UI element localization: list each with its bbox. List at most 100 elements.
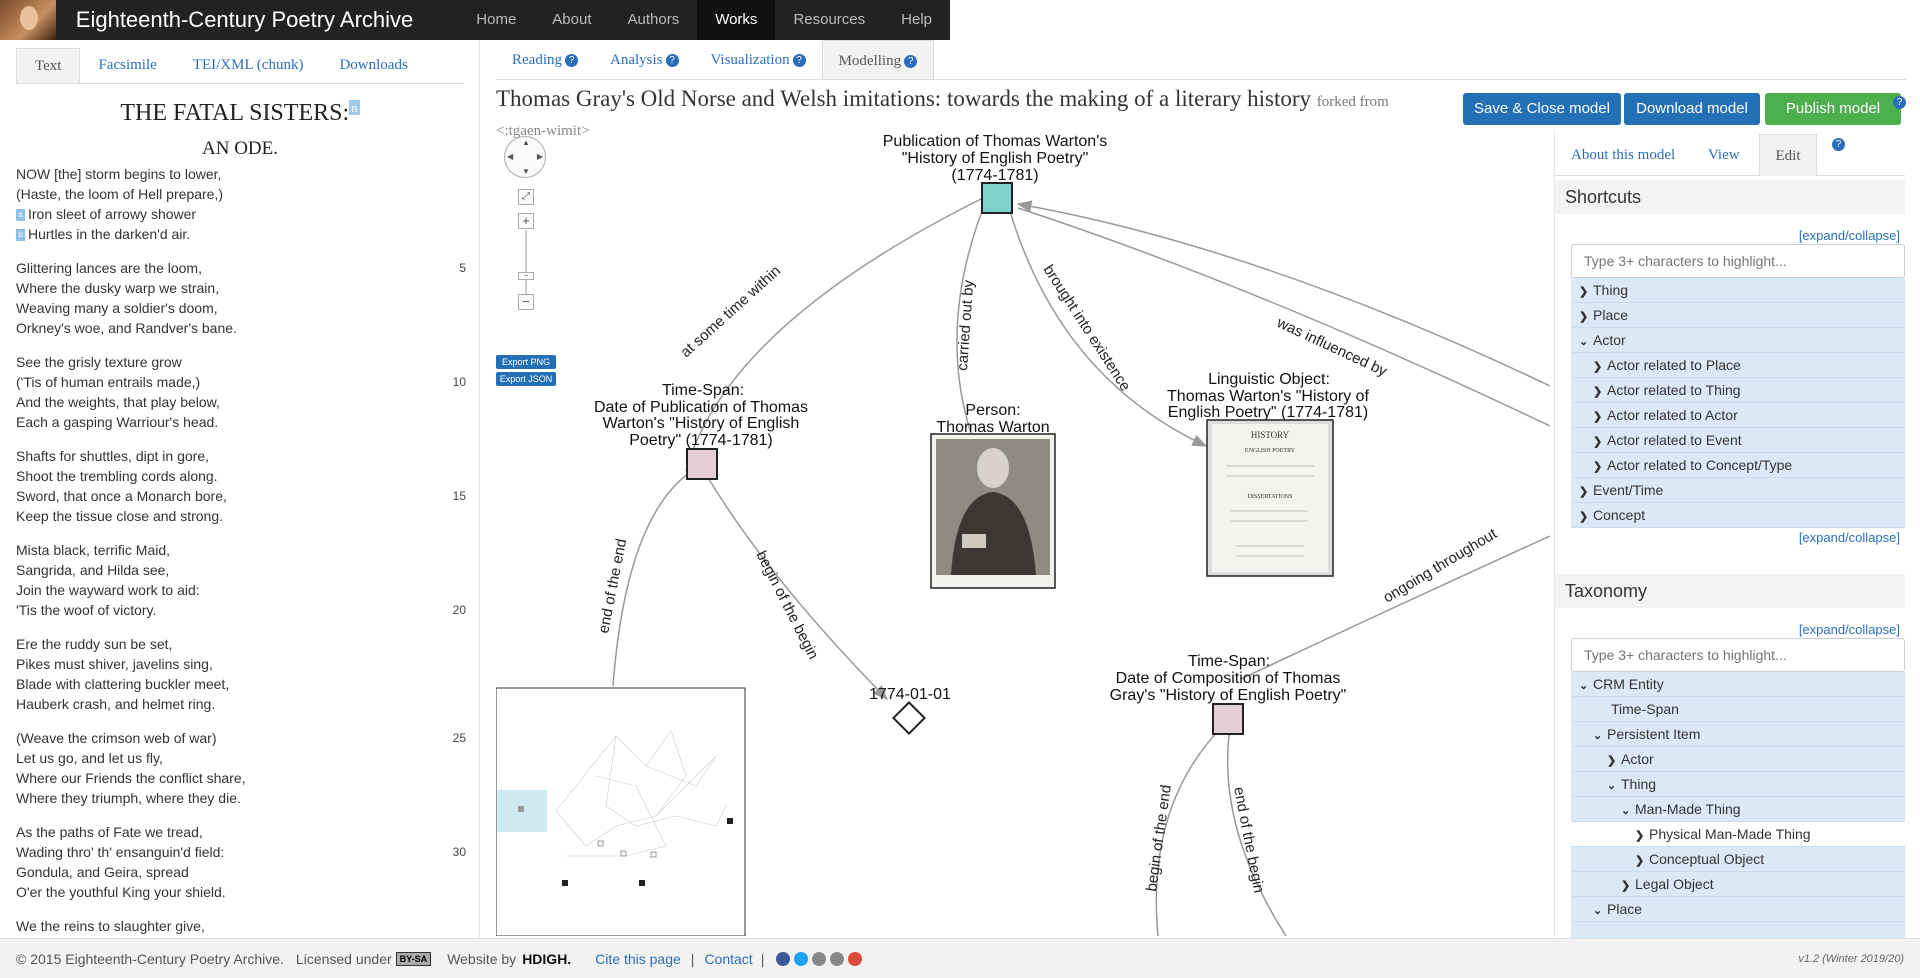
nav-help[interactable]: Help [883, 0, 950, 40]
tree-item[interactable]: ❯ Thing [1571, 278, 1905, 303]
share-icon[interactable] [812, 951, 827, 966]
chevron-right-icon[interactable]: ❯ [1621, 874, 1635, 896]
zoom-slider-handle[interactable]: − [518, 272, 534, 280]
chevron-down-icon[interactable]: ⌄ [1607, 774, 1621, 796]
pan-right-icon[interactable]: ▶ [537, 152, 543, 161]
export-json-button[interactable]: Export JSON [496, 372, 556, 386]
shortcuts-expand-collapse-bottom[interactable]: [expand/collapse] [1799, 530, 1900, 545]
chevron-right-icon[interactable]: ❯ [1593, 355, 1607, 377]
site-title[interactable]: Eighteenth-Century Poetry Archive [76, 7, 459, 33]
tree-item[interactable]: ❯ Event/Time [1571, 478, 1905, 503]
chevron-right-icon[interactable]: ❯ [1579, 280, 1593, 302]
tree-item[interactable]: ❯ Physical Man-Made Thing [1571, 822, 1905, 847]
chevron-right-icon[interactable]: ❯ [1579, 480, 1593, 502]
nav-about[interactable]: About [534, 0, 609, 40]
tab-view[interactable]: View [1708, 134, 1740, 176]
edge-end-of-the-begin[interactable] [1227, 727, 1287, 936]
tree-item[interactable]: ❯ Place [1571, 303, 1905, 328]
graph-svg[interactable]: at some time within carried out by broug… [496, 126, 1550, 936]
pan-up-icon[interactable]: ▲ [522, 138, 530, 147]
twitter-icon[interactable] [794, 951, 809, 966]
tree-item[interactable]: ⌄ Thing [1571, 772, 1905, 797]
node-date-1774-01-01[interactable]: 1774-01-01 [869, 686, 951, 735]
email-icon[interactable] [830, 951, 845, 966]
tree-item[interactable]: ❯ Actor related to Concept/Type [1571, 453, 1905, 478]
pan-left-icon[interactable]: ◀ [507, 152, 513, 161]
tree-item[interactable]: ❯ Legal Object [1571, 872, 1905, 897]
tree-item[interactable]: ❯ Concept [1571, 503, 1905, 528]
chevron-down-icon[interactable]: ⌄ [1593, 724, 1607, 746]
tab-text[interactable]: Text [16, 48, 81, 83]
zoom-slider-track[interactable] [525, 230, 527, 302]
chevron-right-icon[interactable]: ❯ [1635, 824, 1649, 846]
chevron-right-icon[interactable]: ❯ [1593, 430, 1607, 452]
chevron-right-icon[interactable]: ❯ [1579, 305, 1593, 327]
tree-item[interactable]: ❯ Actor related to Event [1571, 428, 1905, 453]
chevron-down-icon[interactable]: ⌄ [1593, 899, 1607, 921]
tree-item[interactable]: ❯ Actor [1571, 747, 1905, 772]
edge-begin-of-the-begin[interactable] [703, 470, 889, 701]
help-icon[interactable]: ? [565, 54, 578, 67]
help-icon[interactable]: ? [792, 54, 806, 67]
node-publication[interactable]: Publication of Thomas Warton's "History … [883, 133, 1108, 214]
note-marker[interactable]: n [349, 100, 360, 115]
node-person-thomas-warton[interactable]: Person: Thomas Warton [930, 402, 1056, 589]
tab-visualization[interactable]: Visualization? [695, 40, 822, 79]
tab-tei-xml[interactable]: TEI/XML (chunk) [175, 48, 322, 83]
chevron-down-icon[interactable]: ⌄ [1579, 330, 1593, 352]
hdigh-logo[interactable]: HDIGH. [522, 951, 571, 967]
chevron-right-icon[interactable]: ❯ [1579, 505, 1593, 527]
tree-item[interactable]: ❯ Actor related to Actor [1571, 403, 1905, 428]
tab-facsimile[interactable]: Facsimile [80, 48, 174, 83]
chevron-right-icon[interactable]: ❯ [1593, 380, 1607, 402]
tab-reading[interactable]: Reading? [496, 40, 594, 79]
zoom-in-button[interactable]: + [518, 213, 534, 229]
cite-link[interactable]: Cite this page [595, 951, 681, 967]
model-graph-canvas[interactable]: at some time within carried out by broug… [496, 126, 1550, 936]
taxonomy-search-input[interactable] [1571, 638, 1905, 672]
publish-model-button[interactable]: Publish model [1765, 93, 1901, 125]
chevron-right-icon[interactable]: ❯ [1635, 849, 1649, 871]
graph-minimap[interactable] [496, 687, 746, 936]
taxonomy-expand-collapse[interactable]: [expand/collapse] [1799, 622, 1900, 637]
chevron-down-icon[interactable]: ⌄ [1621, 799, 1635, 821]
tab-modelling[interactable]: Modelling? [821, 40, 935, 79]
save-close-model-button[interactable]: Save & Close model [1463, 93, 1621, 125]
pan-down-icon[interactable]: ▼ [522, 167, 530, 176]
site-logo[interactable] [0, 0, 56, 40]
chevron-down-icon[interactable]: ⌄ [1579, 674, 1593, 696]
google-plus-icon[interactable] [848, 951, 863, 966]
tree-item[interactable]: ❯ Actor related to Place [1571, 353, 1905, 378]
shortcuts-search-input[interactable] [1571, 244, 1905, 278]
download-model-button[interactable]: Download model [1624, 93, 1760, 125]
pan-control[interactable]: ▲ ▼ ◀ ▶ [504, 136, 546, 178]
tab-edit[interactable]: Edit [1759, 134, 1817, 176]
help-icon[interactable]: ? [1893, 96, 1906, 109]
tree-item[interactable]: ⌄ CRM Entity [1571, 672, 1905, 697]
help-icon[interactable]: ? [665, 54, 679, 67]
tree-item[interactable]: ⌄ Place [1571, 897, 1905, 922]
tree-item[interactable]: ⌄ Persistent Item [1571, 722, 1905, 747]
tree-item[interactable]: ⌄ Actor [1571, 328, 1905, 353]
help-icon[interactable]: ? [904, 55, 918, 68]
annotation-marker[interactable]: b [16, 229, 25, 242]
nav-authors[interactable]: Authors [610, 0, 698, 40]
node-linguistic-object[interactable]: Linguistic Object: Thomas Warton's "Hist… [1167, 371, 1370, 577]
tree-item[interactable]: ❯ Conceptual Object [1571, 847, 1905, 872]
chevron-right-icon[interactable]: ❯ [1593, 455, 1607, 477]
node-time-span-composition[interactable]: Time-Span: Date of Composition of Thomas… [1110, 653, 1347, 735]
fit-to-screen-icon[interactable]: ⤢ [518, 189, 534, 205]
tab-about-model[interactable]: About this model [1571, 134, 1675, 176]
nav-resources[interactable]: Resources [775, 0, 883, 40]
cc-license-badge[interactable]: BY-SA [395, 951, 432, 966]
tree-item[interactable]: ⌄ Man-Made Thing [1571, 797, 1905, 822]
tree-item[interactable]: ❯ Actor related to Thing [1571, 378, 1905, 403]
tab-analysis[interactable]: Analysis? [594, 40, 695, 79]
annotation-marker[interactable]: a [16, 209, 25, 222]
contact-link[interactable]: Contact [704, 951, 752, 967]
export-png-button[interactable]: Export PNG [496, 355, 556, 369]
nav-home[interactable]: Home [458, 0, 534, 40]
edge-end-of-the-end[interactable] [612, 470, 693, 687]
tab-downloads[interactable]: Downloads [321, 48, 425, 83]
tree-item[interactable]: Time-Span [1571, 697, 1905, 722]
